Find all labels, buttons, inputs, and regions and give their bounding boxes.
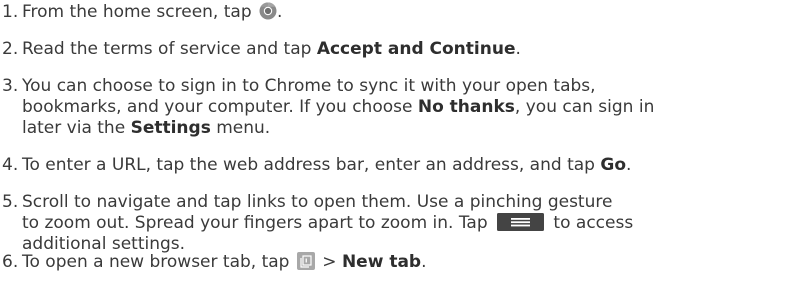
text-segment: to zoom out. Spread your fingers apart t… (22, 213, 494, 233)
text-segment: . (515, 39, 521, 59)
chrome-icon (259, 2, 277, 20)
step-text: Scroll to navigate and tap links to open… (22, 192, 792, 255)
step-line: bookmarks, and your computer. If you cho… (22, 97, 792, 118)
text-segment: bookmarks, and your computer. If you cho… (22, 97, 418, 117)
step-5: 5. Scroll to navigate and tap links to o… (2, 192, 792, 255)
step-text: From the home screen, tap . (22, 2, 792, 23)
text-segment: , you can sign in (514, 97, 655, 117)
text-segment: menu. (210, 118, 271, 138)
step-number: 1. (2, 2, 19, 22)
step-2: 2. Read the terms of service and tap Acc… (2, 39, 792, 60)
tabs-icon (296, 252, 315, 270)
step-line: You can choose to sign in to Chrome to s… (22, 76, 596, 96)
step-1: 1. From the home screen, tap . (2, 2, 792, 23)
step-number: 5. (2, 192, 19, 212)
step-text: To enter a URL, tap the web address bar,… (22, 155, 792, 176)
step-line: Scroll to navigate and tap links to open… (22, 192, 613, 212)
accept-and-continue-label: Accept and Continue (316, 39, 516, 59)
step-line: later via the Settings menu. (22, 118, 792, 139)
step-line: Read the terms of service and tap Accept… (22, 39, 792, 60)
step-line: to zoom out. Spread your fingers apart t… (22, 213, 792, 234)
text-segment: . (421, 252, 427, 272)
step-line: From the home screen, tap . (22, 2, 792, 23)
text-segment: . (277, 2, 283, 22)
text-segment: later via the (22, 118, 131, 138)
step-text: To open a new browser tab, tap > New tab… (22, 252, 792, 273)
no-thanks-label: No thanks (417, 97, 515, 117)
text-segment: . (626, 155, 632, 175)
step-text: You can choose to sign in to Chrome to s… (22, 76, 792, 139)
step-number: 2. (2, 39, 19, 59)
text-segment: To enter a URL, tap the web address bar,… (22, 155, 601, 175)
step-line: To enter a URL, tap the web address bar,… (22, 155, 792, 176)
step-number: 4. (2, 155, 19, 175)
step-6: 6. To open a new browser tab, tap > New … (2, 252, 792, 273)
text-segment: > (316, 252, 342, 272)
menu-icon (497, 213, 545, 231)
step-line: To open a new browser tab, tap > New tab… (22, 252, 792, 273)
step-text: Read the terms of service and tap Accept… (22, 39, 792, 60)
step-number: 6. (2, 252, 19, 272)
text-segment: From the home screen, tap (22, 2, 258, 22)
text-segment: Read the terms of service and tap (22, 39, 317, 59)
step-3: 3. You can choose to sign in to Chrome t… (2, 76, 792, 139)
settings-label: Settings (130, 118, 211, 138)
text-segment: To open a new browser tab, tap (22, 252, 295, 272)
new-tab-label: New tab (341, 252, 422, 272)
step-number: 3. (2, 76, 19, 96)
step-4: 4. To enter a URL, tap the web address b… (2, 155, 792, 176)
text-segment: to access (548, 213, 634, 233)
go-label: Go (600, 155, 626, 175)
